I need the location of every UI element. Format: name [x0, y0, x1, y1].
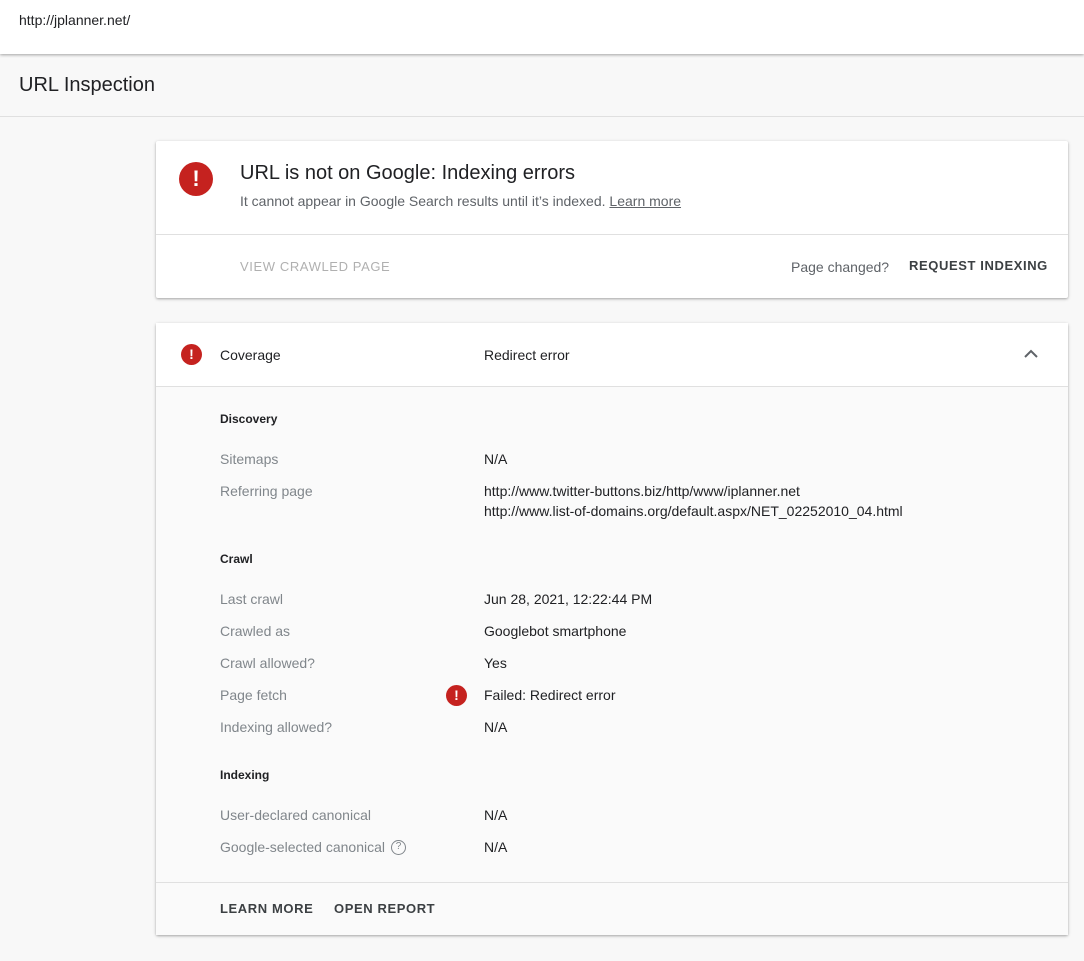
page-fetch-value: Failed: Redirect error — [484, 687, 616, 703]
error-icon: ! — [181, 344, 202, 365]
status-subtext-text: It cannot appear in Google Search result… — [240, 193, 606, 209]
sitemaps-label: Sitemaps — [220, 451, 279, 467]
google-canonical-label-text: Google-selected canonical — [220, 839, 385, 855]
url-bar[interactable]: http://jplanner.net/ — [0, 0, 1084, 54]
user-canonical-value: N/A — [484, 807, 508, 823]
url-text[interactable]: http://jplanner.net/ — [19, 12, 130, 28]
user-canonical-label: User-declared canonical — [220, 807, 371, 823]
google-canonical-label: Google-selected canonical? — [220, 839, 406, 856]
crawl-allowed-value: Yes — [484, 655, 507, 671]
coverage-footer: LEARN MORE OPEN REPORT — [156, 882, 1068, 935]
page-changed-label: Page changed? — [791, 259, 890, 275]
page-title: URL Inspection — [19, 74, 155, 96]
google-canonical-value: N/A — [484, 839, 508, 855]
chevron-up-icon[interactable] — [1024, 349, 1038, 359]
coverage-card: ! Coverage Redirect error Discovery Site… — [156, 323, 1068, 935]
coverage-header[interactable]: ! Coverage Redirect error — [156, 323, 1068, 387]
indexing-allowed-label: Indexing allowed? — [220, 719, 333, 735]
open-report-button[interactable]: OPEN REPORT — [334, 901, 435, 916]
view-crawled-page-button[interactable]: VIEW CRAWLED PAGE — [240, 259, 390, 274]
crawl-title: Crawl — [220, 552, 253, 566]
sitemaps-value: N/A — [484, 451, 508, 467]
crawl-allowed-label: Crawl allowed? — [220, 655, 315, 671]
referring-page-label: Referring page — [220, 483, 313, 499]
referring-page-value-2[interactable]: http://www.list-of-domains.org/default.a… — [484, 501, 903, 521]
status-card: ! URL is not on Google: Indexing errors … — [156, 141, 1068, 298]
last-crawl-label: Last crawl — [220, 591, 284, 607]
indexing-title: Indexing — [220, 768, 270, 782]
crawled-as-label: Crawled as — [220, 623, 291, 639]
crawled-as-value: Googlebot smartphone — [484, 623, 627, 639]
coverage-label: Coverage — [220, 347, 281, 363]
learn-more-link[interactable]: Learn more — [609, 193, 681, 209]
status-headline: URL is not on Google: Indexing errors — [240, 162, 575, 184]
help-circle-icon[interactable]: ? — [391, 839, 406, 855]
divider — [156, 234, 1068, 235]
error-icon: ! — [446, 685, 467, 706]
learn-more-button[interactable]: LEARN MORE — [220, 901, 313, 916]
request-indexing-button[interactable]: REQUEST INDEXING — [909, 258, 1048, 273]
coverage-value: Redirect error — [484, 347, 570, 363]
page-fetch-label: Page fetch — [220, 687, 287, 703]
page-header: URL Inspection — [0, 54, 1084, 117]
indexing-allowed-value: N/A — [484, 719, 508, 735]
status-subtext: It cannot appear in Google Search result… — [240, 193, 681, 209]
error-icon: ! — [179, 162, 213, 196]
referring-page-value-1[interactable]: http://www.twitter-buttons.biz/http/www/… — [484, 481, 800, 501]
discovery-title: Discovery — [220, 412, 278, 426]
last-crawl-value: Jun 28, 2021, 12:22:44 PM — [484, 591, 653, 607]
